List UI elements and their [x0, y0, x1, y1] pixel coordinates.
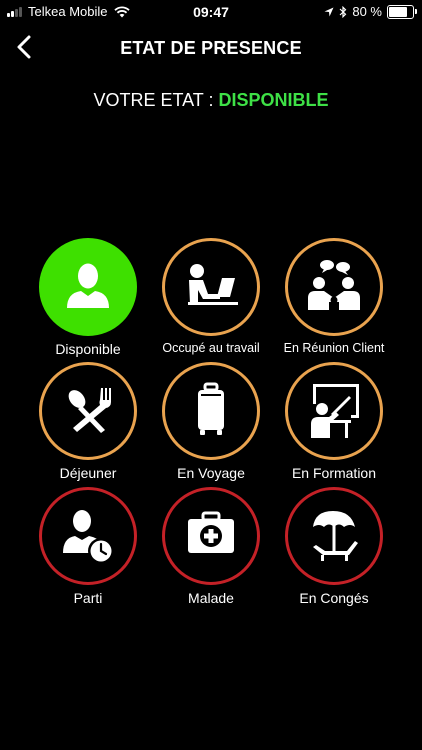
- medical-kit-icon: [188, 511, 234, 553]
- status-reunion-client[interactable]: En Réunion Client: [266, 238, 402, 358]
- status-grid: Disponible Occupé au travail En Réunion …: [0, 0, 422, 750]
- status-circle: [39, 238, 137, 336]
- status-label: Déjeuner: [59, 465, 117, 481]
- status-label: Disponible: [55, 341, 121, 357]
- person-icon: [67, 263, 109, 308]
- status-label: En Réunion Client: [283, 341, 385, 355]
- cutlery-icon: [68, 388, 111, 433]
- status-circle: [285, 487, 383, 585]
- status-en-voyage[interactable]: En Voyage: [143, 362, 279, 482]
- status-circle: [162, 238, 260, 336]
- meeting-icon: [308, 260, 360, 310]
- status-dejeuner[interactable]: Déjeuner: [20, 362, 156, 482]
- suitcase-icon: [198, 382, 224, 435]
- person-laptop-icon: [188, 264, 238, 305]
- status-circle: [285, 238, 383, 336]
- status-circle: [285, 362, 383, 460]
- status-label: Parti: [73, 590, 103, 606]
- person-clock-icon: [63, 510, 114, 564]
- status-parti[interactable]: Parti: [20, 487, 156, 607]
- status-label: En Formation: [291, 465, 377, 481]
- status-circle: [162, 362, 260, 460]
- status-label: Occupé au travail: [162, 341, 260, 355]
- status-circle: [162, 487, 260, 585]
- status-label: En Congés: [299, 590, 369, 606]
- status-en-conges[interactable]: En Congés: [266, 487, 402, 607]
- status-circle: [39, 487, 137, 585]
- status-label: Malade: [188, 590, 234, 606]
- status-label: En Voyage: [177, 465, 245, 481]
- status-occupe[interactable]: Occupé au travail: [143, 238, 279, 358]
- status-circle: [39, 362, 137, 460]
- teacher-board-icon: [311, 384, 359, 438]
- status-en-formation[interactable]: En Formation: [266, 362, 402, 482]
- beach-umbrella-icon: [313, 511, 358, 561]
- status-disponible[interactable]: Disponible: [20, 238, 156, 358]
- status-malade[interactable]: Malade: [143, 487, 279, 607]
